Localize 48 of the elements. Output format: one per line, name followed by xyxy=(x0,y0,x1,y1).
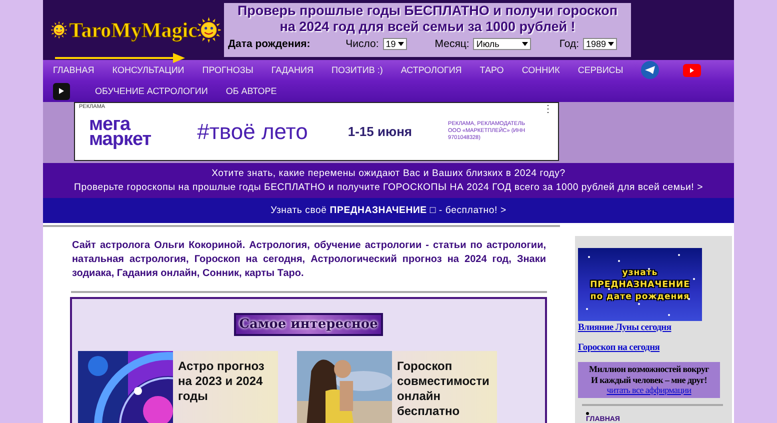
month-select[interactable]: Июль xyxy=(473,38,532,50)
featured-title: Самое интересное xyxy=(234,313,383,336)
ad-dates: 1-15 июня xyxy=(348,124,412,139)
intro-text: Сайт астролога Ольги Кокориной. Астрология, обучение астрологии - статьи по астрологии, натальная астрология, Гороскоп на сегодня, Астрологический прогноз на 2024 год, Знаки зодиака, Гадания онлайн, Сонник, карты Таро. xyxy=(72,239,546,281)
destiny-link[interactable]: Узнать своё ПРЕДНАЗНАЧЕНИЕ □ - бесплатно! > xyxy=(270,205,506,216)
article-card[interactable]: Гороскоп совместимости онлайн бесплатно xyxy=(297,351,497,423)
ad-menu-button[interactable]: ⋮ xyxy=(543,103,553,115)
field-label: Год: xyxy=(559,38,579,50)
nav-link[interactable]: ПРОГНОЗЫ xyxy=(202,65,254,75)
field-label: Число: xyxy=(346,38,379,50)
banner-text: ПРЕДНАЗНАЧЕНИЕ xyxy=(590,280,690,290)
nav-link[interactable]: ОБУЧЕНИЕ АСТРОЛОГИИ xyxy=(95,86,208,96)
youtube-icon[interactable] xyxy=(683,64,702,76)
year-select[interactable]: 1989 xyxy=(583,38,617,50)
card-title: Гороскоп совместимости онлайн бесплатно xyxy=(396,358,490,420)
field-label: Месяц: xyxy=(434,38,470,50)
nav-link[interactable]: СОННИК xyxy=(522,65,560,75)
ad-slogan: #твоё лето xyxy=(197,118,308,144)
promo-banner[interactable]: Хотите знать, какие перемены ожидают Вас и Ваших близких в 2024 году? Проверьте гороскопы на прошлые годы БЕСПЛАТНО и получите ГОРОСКОПЫ НА 2024 ГОД всего за 1000 рублей для всей семьи! > xyxy=(43,163,734,198)
promo-text: Хотите знать, какие перемены ожидают Вас и Ваших близких в 2024 году? xyxy=(212,166,566,180)
card-title: Астро прогноз на 2023 и 2024 годы xyxy=(177,358,266,405)
telegram-icon[interactable] xyxy=(641,61,660,79)
nav-link[interactable]: КОНСУЛЬТАЦИИ xyxy=(112,65,184,75)
banner-text: узнать xyxy=(622,268,658,278)
destiny-banner[interactable]: узнать ПРЕДНАЗНАЧЕНИЕ по дате рождения xyxy=(578,248,702,321)
sidebar-link[interactable]: Гороскоп на сегодня xyxy=(578,343,729,353)
site-logo[interactable]: TaroMyMagic xyxy=(69,18,198,42)
nav-link[interactable]: ГЛАВНАЯ xyxy=(53,65,94,75)
day-select[interactable]: 19 xyxy=(382,38,407,50)
brand-logo: мега маркет xyxy=(89,116,152,146)
promo-text: Проверь прошлые годы БЕСПЛАТНО и получи гороскоп xyxy=(237,3,618,19)
nav-link[interactable]: АСТРОЛОГИЯ xyxy=(400,65,462,75)
bullet-icon xyxy=(586,412,589,414)
sidebar-link[interactable]: Влияние Луны сегодня xyxy=(578,323,729,333)
nav-link[interactable]: ТАРО xyxy=(480,65,504,75)
nav-link[interactable]: ОБ АВТОРЕ xyxy=(226,86,277,96)
affirmation-text: И каждый человек – мне друг! xyxy=(591,374,707,385)
promo-text: Проверьте гороскопы на прошлые годы БЕСПЛАТНО и получите ГОРОСКОПЫ НА 2024 ГОД всего за 1000 рублей для всей семьи! > xyxy=(74,180,703,194)
nav-link[interactable]: ПОЗИТИВ :) xyxy=(331,65,383,75)
arrow-icon xyxy=(55,53,185,63)
nav-link[interactable]: СЕРВИСЫ xyxy=(578,65,624,75)
birth-date-label: Дата рождения: xyxy=(228,38,310,50)
banner-text: по дате рождения xyxy=(590,292,690,302)
nav-link[interactable]: ГАДАНИЯ xyxy=(271,65,314,75)
article-card[interactable]: Астро прогноз на 2023 и 2024 годы xyxy=(78,351,278,423)
promo-text: на 2024 год для всей семьи за 1000 рублей ! xyxy=(280,19,576,35)
video-icon[interactable] xyxy=(53,82,70,100)
affirmation-text: Миллион возможностей вокруг xyxy=(589,364,709,374)
